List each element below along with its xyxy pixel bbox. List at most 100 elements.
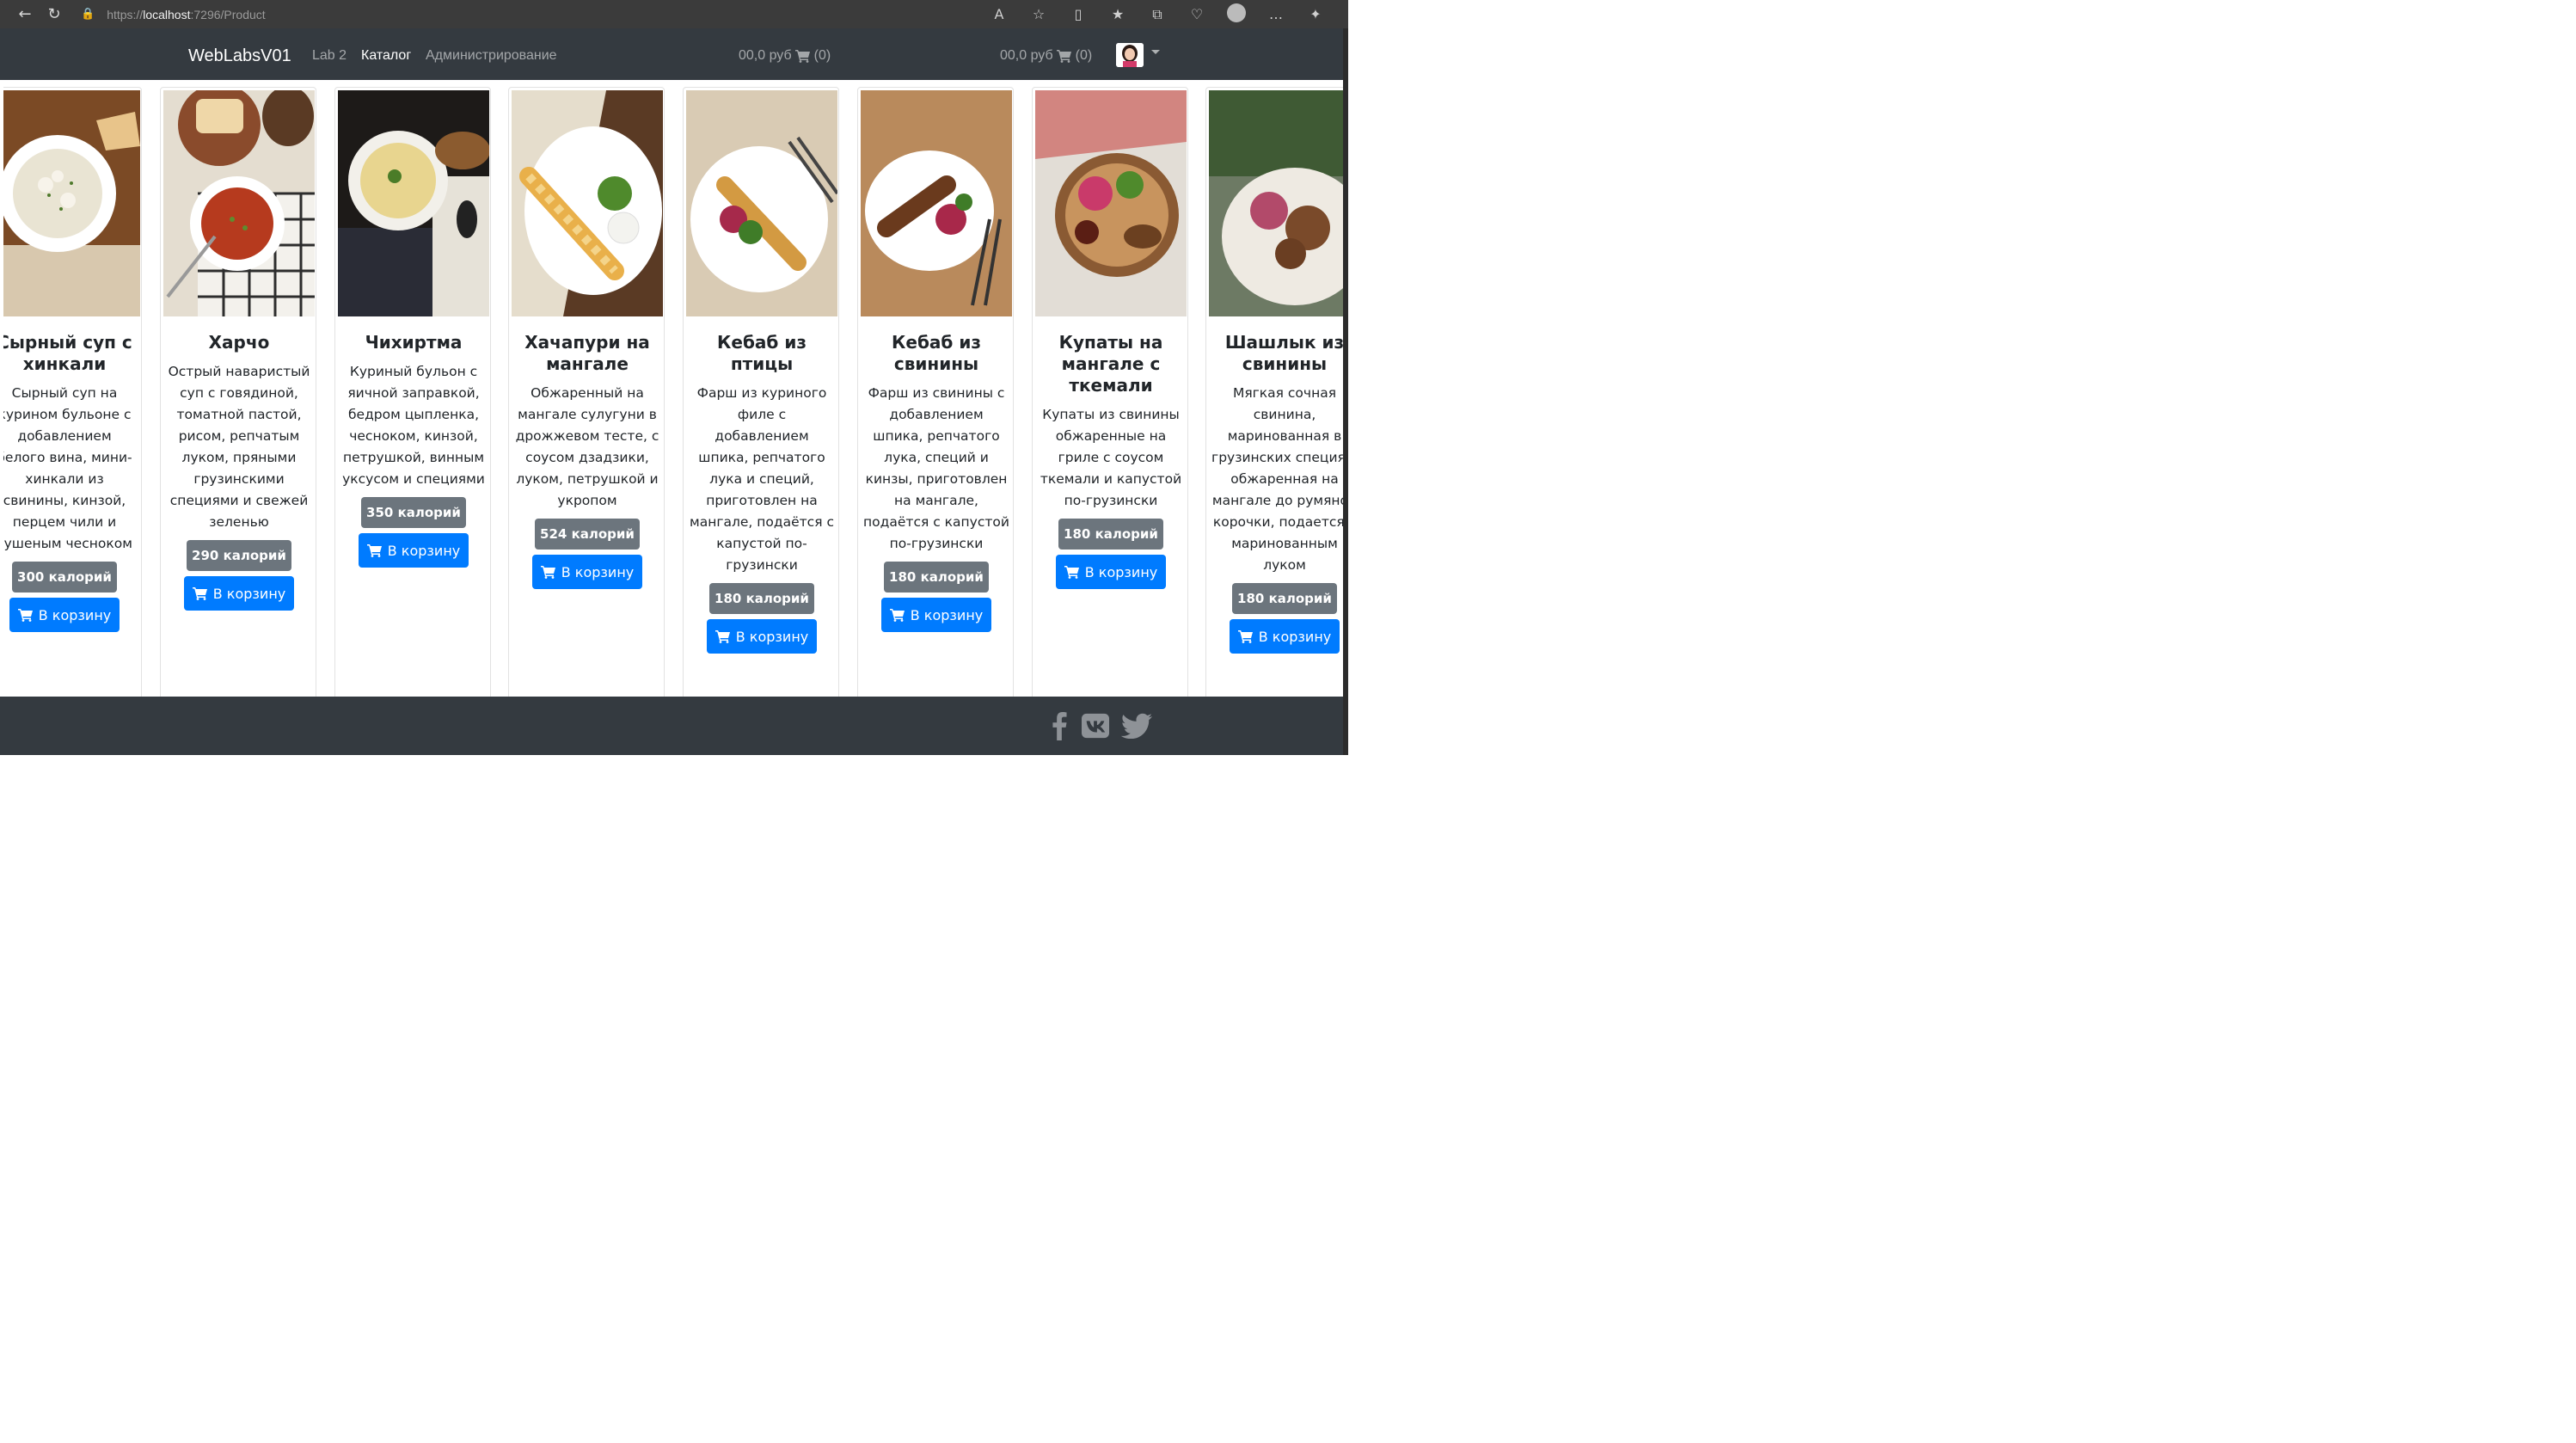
cart-total: 00,0 руб — [1000, 48, 1053, 63]
url-host: localhost — [143, 7, 191, 21]
add-to-cart-button[interactable]: В корзину — [9, 598, 120, 632]
shopping-cart-icon — [715, 630, 730, 643]
add-to-cart-label: В корзину — [38, 606, 112, 623]
product-card: Чихиртма Куриный бульон с яичной заправк… — [334, 87, 491, 697]
add-to-cart-label: В корзину — [910, 606, 984, 623]
favorites-icon[interactable]: ★ — [1102, 6, 1133, 22]
calories-badge: 300 калорий — [12, 562, 117, 593]
product-description: Мягкая сочная свинина, маринованная в гр… — [1211, 385, 1343, 573]
cart-summary-center[interactable]: 00,0 руб (0) — [739, 48, 831, 64]
product-card: Сырный суп с хинкали Сырный суп на курин… — [3, 87, 142, 697]
lock-icon[interactable]: 🔒 — [81, 8, 95, 21]
user-menu-caret-icon[interactable] — [1151, 50, 1160, 54]
product-body: Кебаб из свинины Фарш из свинины с добав… — [858, 332, 1015, 632]
shopping-cart-icon — [1237, 630, 1253, 643]
cart-total: 00,0 руб — [739, 48, 792, 63]
split-screen-icon[interactable]: ▯ — [1063, 6, 1094, 22]
product-card: Кебаб из свинины Фарш из свинины с добав… — [857, 87, 1014, 697]
add-to-cart-label: В корзину — [212, 585, 286, 602]
product-description: Фарш из куриного филе с добавлением шпик… — [690, 385, 834, 573]
facebook-icon[interactable] — [1049, 710, 1070, 741]
product-title: Сырный суп с хинкали — [3, 332, 132, 374]
product-image — [3, 90, 140, 316]
product-body: Чихиртма Куриный бульон с яичной заправк… — [335, 332, 492, 568]
add-to-cart-button[interactable]: В корзину — [359, 533, 469, 568]
product-image — [338, 90, 489, 316]
url-path: :7296/Product — [190, 7, 266, 21]
shopping-cart-icon — [889, 609, 905, 622]
browser-actions: A ☆ ▯ ★ ⧉ ♡ … ✦ — [984, 0, 1331, 28]
brand-link[interactable]: WebLabsV01 — [188, 46, 291, 66]
cart-summary-right[interactable]: 00,0 руб (0) — [1000, 48, 1092, 64]
address-bar[interactable]: https://localhost:7296/Product — [107, 8, 265, 21]
nav-link-catalog[interactable]: Каталог — [361, 48, 411, 64]
product-title: Шашлык из свинины — [1224, 332, 1343, 374]
twitter-icon[interactable] — [1120, 710, 1153, 741]
calories-badge: 180 калорий — [1058, 519, 1163, 550]
cart-count: (0) — [1075, 48, 1093, 63]
add-to-cart-button[interactable]: В корзину — [1230, 619, 1340, 654]
footer — [0, 697, 1343, 755]
browser-toolbar: ← ↻ 🔒 https://localhost:7296/Product A ☆… — [0, 0, 1348, 28]
product-image — [686, 90, 837, 316]
add-to-cart-button[interactable]: В корзину — [1056, 555, 1166, 589]
collections-icon[interactable]: ⧉ — [1142, 6, 1173, 23]
product-description: Обжаренный на мангале сулугуни в дрожжев… — [515, 385, 659, 508]
product-body: Хачапури на мангале Обжаренный на мангал… — [509, 332, 665, 589]
page-scrollbar[interactable] — [1343, 28, 1348, 755]
calories-badge: 180 калорий — [709, 583, 814, 614]
add-to-cart-label: В корзину — [561, 563, 635, 580]
shopping-cart-icon — [1064, 566, 1079, 579]
calories-badge: 350 калорий — [361, 497, 466, 528]
user-avatar[interactable] — [1116, 43, 1144, 67]
calories-badge: 290 калорий — [187, 540, 291, 571]
product-body: Шашлык из свинины Мягкая сочная свинина,… — [1206, 332, 1343, 654]
add-to-cart-button[interactable]: В корзину — [532, 555, 642, 589]
vk-icon[interactable] — [1081, 710, 1110, 741]
more-menu-icon[interactable]: … — [1260, 6, 1291, 22]
product-body: Кебаб из птицы Фарш из куриного филе с д… — [684, 332, 840, 654]
shopping-cart-icon — [1056, 50, 1071, 63]
product-title: Кебаб из свинины — [892, 332, 981, 374]
product-card: Кебаб из птицы Фарш из куриного филе с д… — [683, 87, 839, 697]
read-aloud-icon[interactable]: A — [984, 6, 1015, 22]
add-to-cart-label: В корзину — [1084, 563, 1158, 580]
add-to-cart-label: В корзину — [735, 628, 809, 645]
calories-badge: 180 калорий — [884, 562, 989, 593]
product-card: Шашлык из свинины Мягкая сочная свинина,… — [1205, 87, 1343, 697]
product-description: Сырный суп на курином бульоне с добавлен… — [3, 385, 132, 551]
product-title: Хачапури на мангале — [524, 332, 650, 374]
add-to-cart-label: В корзину — [1258, 628, 1332, 645]
product-title: Харчо — [208, 332, 270, 353]
product-body: Сырный суп с хинкали Сырный суп на курин… — [3, 332, 143, 632]
add-to-cart-button[interactable]: В корзину — [881, 598, 991, 632]
product-image — [163, 90, 315, 316]
shopping-cart-icon — [540, 566, 555, 579]
url-scheme: https:// — [107, 7, 144, 21]
nav-link-admin[interactable]: Администрирование — [426, 48, 557, 64]
navbar: WebLabsV01 Lab 2 Каталог Администрирован… — [0, 28, 1343, 80]
product-card: Купаты на мангале с ткемали Купаты из св… — [1032, 87, 1188, 697]
favorite-star-icon[interactable]: ☆ — [1023, 6, 1054, 22]
back-arrow-icon[interactable]: ← — [10, 0, 40, 28]
nav-link-lab2[interactable]: Lab 2 — [312, 48, 347, 64]
product-title: Купаты на мангале с ткемали — [1058, 332, 1163, 396]
product-body: Харчо Острый наваристый суп с говядиной,… — [161, 332, 317, 611]
product-description: Куриный бульон с яичной заправкой, бедро… — [342, 364, 485, 487]
calories-badge: 524 калорий — [535, 519, 640, 550]
product-description: Фарш из свинины с добавлением шпика, реп… — [863, 385, 1009, 551]
add-to-cart-button[interactable]: В корзину — [184, 576, 294, 611]
product-description: Острый наваристый суп с говядиной, томат… — [168, 364, 310, 530]
product-image — [1035, 90, 1187, 316]
refresh-icon[interactable]: ↻ — [40, 0, 69, 28]
product-image — [512, 90, 663, 316]
browser-essentials-icon[interactable]: ♡ — [1181, 6, 1212, 22]
copilot-icon[interactable]: ✦ — [1300, 6, 1331, 22]
shopping-cart-icon — [366, 544, 382, 557]
add-to-cart-label: В корзину — [387, 542, 461, 559]
shopping-cart-icon — [17, 609, 33, 622]
product-catalog: Сырный суп с хинкали Сырный суп на курин… — [3, 80, 1343, 697]
calories-badge: 180 калорий — [1232, 583, 1337, 614]
profile-icon[interactable] — [1221, 3, 1252, 26]
add-to-cart-button[interactable]: В корзину — [707, 619, 817, 654]
